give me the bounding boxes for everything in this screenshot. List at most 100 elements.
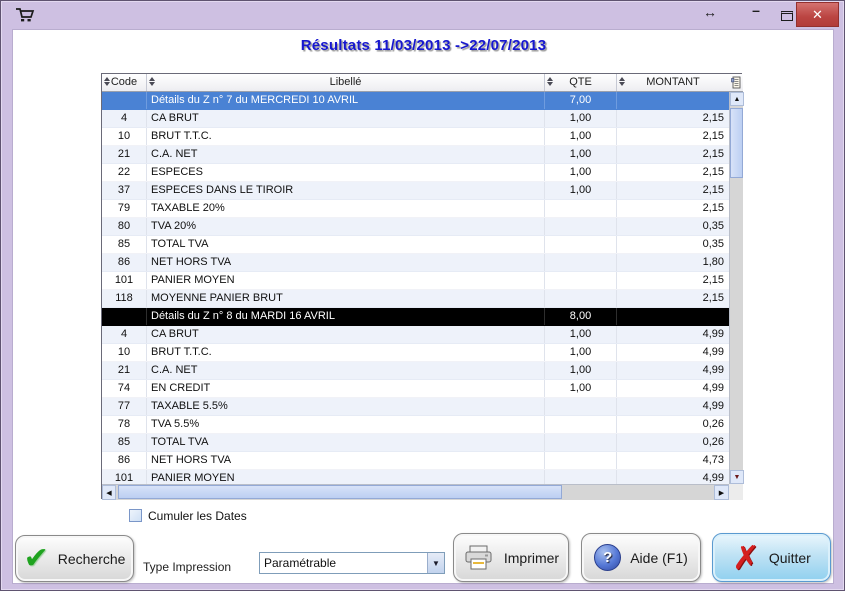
- cell-montant: 2,15: [617, 110, 729, 127]
- table-row[interactable]: 101PANIER MOYEN2,15: [102, 272, 729, 290]
- cumuler-les-dates-label: Cumuler les Dates: [148, 509, 247, 523]
- column-header-label: QTE: [569, 76, 592, 88]
- cell-code: 79: [102, 200, 147, 217]
- column-header-code[interactable]: Code: [102, 74, 147, 91]
- table-row[interactable]: 78TVA 5.5%0,26: [102, 416, 729, 434]
- cell-libelle: BRUT T.T.C.: [147, 128, 545, 145]
- grid-header: Code Libellé QTE MONTANT: [102, 74, 729, 92]
- imprimer-button[interactable]: Imprimer: [453, 533, 569, 582]
- cell-code: [102, 308, 147, 325]
- scroll-left-button[interactable]: ◀: [102, 485, 116, 500]
- cell-qte: [545, 416, 617, 433]
- page-title: Résultats 11/03/2013 ->22/07/2013: [1, 37, 845, 54]
- type-impression-dropdown[interactable]: Paramétrable ▼: [259, 552, 445, 574]
- table-row[interactable]: 21C.A. NET1,002,15: [102, 146, 729, 164]
- cell-montant: 4,99: [617, 380, 729, 397]
- cell-libelle: NET HORS TVA: [147, 452, 545, 469]
- cell-montant: 2,15: [617, 272, 729, 289]
- table-row[interactable]: 21C.A. NET1,004,99: [102, 362, 729, 380]
- table-row[interactable]: 101PANIER MOYEN4,99: [102, 470, 729, 484]
- cell-qte: [545, 272, 617, 289]
- cell-libelle: CA BRUT: [147, 110, 545, 127]
- column-header-libelle[interactable]: Libellé: [147, 74, 545, 91]
- scroll-down-button[interactable]: ▼: [730, 470, 744, 484]
- maximize-icon: [781, 11, 793, 21]
- table-row[interactable]: 85TOTAL TVA0,35: [102, 236, 729, 254]
- cell-qte: [545, 434, 617, 451]
- field-chooser-button[interactable]: [729, 74, 743, 92]
- recherche-button[interactable]: ✔ Recherche: [15, 535, 134, 582]
- table-row[interactable]: 74EN CREDIT1,004,99: [102, 380, 729, 398]
- table-row[interactable]: 80TVA 20%0,35: [102, 218, 729, 236]
- help-glyph: ?: [603, 549, 612, 566]
- field-chooser-icon: [731, 76, 741, 89]
- table-row[interactable]: 4CA BRUT1,004,99: [102, 326, 729, 344]
- vertical-scrollbar[interactable]: ▲ ▼: [729, 92, 743, 484]
- horizontal-scroll-thumb[interactable]: [118, 485, 562, 499]
- cell-qte: 1,00: [545, 362, 617, 379]
- horizontal-scrollbar[interactable]: ◀ ▶: [102, 484, 729, 500]
- cell-montant: 4,99: [617, 326, 729, 343]
- column-header-montant[interactable]: MONTANT: [617, 74, 729, 91]
- table-row[interactable]: 4CA BRUT1,002,15: [102, 110, 729, 128]
- cell-code: 10: [102, 344, 147, 361]
- table-row[interactable]: 85TOTAL TVA0,26: [102, 434, 729, 452]
- dropdown-selected-value: Paramétrable: [260, 553, 427, 573]
- cell-qte: [545, 470, 617, 484]
- close-button[interactable]: ✕: [796, 2, 839, 27]
- sort-icon: [148, 77, 156, 89]
- table-row[interactable]: 22ESPECES1,002,15: [102, 164, 729, 182]
- cell-code: 21: [102, 362, 147, 379]
- cell-libelle: TAXABLE 20%: [147, 200, 545, 217]
- printer-icon: [463, 544, 495, 572]
- quitter-button[interactable]: ✗ Quitter: [712, 533, 831, 582]
- quit-x-icon: ✗: [732, 541, 760, 574]
- scroll-right-button[interactable]: ▶: [714, 485, 729, 500]
- table-row[interactable]: 118MOYENNE PANIER BRUT2,15: [102, 290, 729, 308]
- table-row[interactable]: 10BRUT T.T.C.1,004,99: [102, 344, 729, 362]
- cell-montant: 2,15: [617, 290, 729, 307]
- cell-libelle: C.A. NET: [147, 362, 545, 379]
- table-row[interactable]: 37ESPECES DANS LE TIROIR1,002,15: [102, 182, 729, 200]
- cell-libelle: EN CREDIT: [147, 380, 545, 397]
- sort-icon: [103, 77, 111, 89]
- table-row[interactable]: 10BRUT T.T.C.1,002,15: [102, 128, 729, 146]
- cell-libelle: ESPECES DANS LE TIROIR: [147, 182, 545, 199]
- cell-code: 4: [102, 110, 147, 127]
- table-row[interactable]: 79TAXABLE 20%2,15: [102, 200, 729, 218]
- section-row[interactable]: Détails du Z n° 7 du MERCREDI 10 AVRIL7,…: [102, 92, 729, 110]
- cell-montant: 4,99: [617, 398, 729, 415]
- table-row[interactable]: 77TAXABLE 5.5%4,99: [102, 398, 729, 416]
- dropdown-arrow-button[interactable]: ▼: [427, 553, 444, 573]
- column-header-qte[interactable]: QTE: [545, 74, 617, 91]
- cell-libelle: TVA 5.5%: [147, 416, 545, 433]
- table-row[interactable]: 86NET HORS TVA1,80: [102, 254, 729, 272]
- scroll-up-button[interactable]: ▲: [730, 92, 744, 106]
- cell-montant: 1,80: [617, 254, 729, 271]
- column-header-label: MONTANT: [646, 76, 700, 88]
- cell-montant: 2,15: [617, 146, 729, 163]
- cell-libelle: TVA 20%: [147, 218, 545, 235]
- help-icon: ?: [594, 544, 621, 571]
- cell-libelle: C.A. NET: [147, 146, 545, 163]
- cell-qte: [545, 200, 617, 217]
- section-row[interactable]: Détails du Z n° 8 du MARDI 16 AVRIL8,00: [102, 308, 729, 326]
- cell-code: 22: [102, 164, 147, 181]
- sort-icon: [546, 77, 554, 89]
- cell-qte: 1,00: [545, 164, 617, 181]
- cell-libelle: ESPECES: [147, 164, 545, 181]
- table-row[interactable]: 86NET HORS TVA4,73: [102, 452, 729, 470]
- cell-code: [102, 92, 147, 109]
- cell-qte: 1,00: [545, 128, 617, 145]
- minimize-button[interactable]: –: [743, 2, 769, 18]
- resize-button[interactable]: ↔: [697, 4, 723, 20]
- cumuler-les-dates-checkbox[interactable]: [129, 509, 142, 522]
- cell-libelle: CA BRUT: [147, 326, 545, 343]
- app-window: ↔ – ✕ Résultats 11/03/2013 ->22/07/2013 …: [0, 0, 845, 591]
- cell-code: 37: [102, 182, 147, 199]
- cell-code: 77: [102, 398, 147, 415]
- cell-code: 85: [102, 434, 147, 451]
- cell-montant: 4,99: [617, 470, 729, 484]
- vertical-scroll-thumb[interactable]: [730, 108, 743, 178]
- aide-button[interactable]: ? Aide (F1): [581, 533, 701, 582]
